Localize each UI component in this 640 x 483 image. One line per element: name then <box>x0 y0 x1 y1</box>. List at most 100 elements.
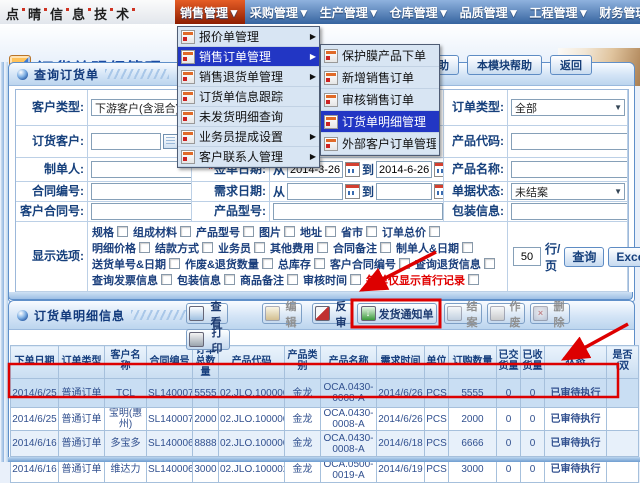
display-option-label: 订单总价 <box>382 227 426 239</box>
order-type-select[interactable]: 全部 ▼ <box>511 99 625 116</box>
order-type-label: 订单类型: <box>444 90 508 126</box>
view-icon <box>189 306 204 321</box>
checkbox[interactable] <box>380 242 391 253</box>
table-row[interactable]: 2014/6/16普通订单多宝多SL1400069888802.JLO.1000… <box>11 431 639 457</box>
page-size-input[interactable] <box>513 247 541 266</box>
table-cell: 金龙 <box>285 379 321 408</box>
checkbox[interactable] <box>117 226 128 237</box>
search-button[interactable]: 查询 <box>564 247 604 267</box>
display-option-label: 其他费用 <box>270 243 314 255</box>
product-name-label: 产品名称: <box>444 158 508 182</box>
sign-date-to-input[interactable] <box>376 161 432 178</box>
menubar-item[interactable]: 销售管理▼ <box>175 0 245 24</box>
checkbox[interactable] <box>284 226 295 237</box>
calendar-icon[interactable] <box>434 184 444 199</box>
demand-date-to-input[interactable] <box>376 183 432 200</box>
table-cell: 多宝多 <box>105 431 147 457</box>
menubar-item[interactable]: 采购管理▼ <box>245 0 315 24</box>
edit-button[interactable]: 编辑 <box>262 303 302 324</box>
customer-contract-no-cell <box>88 202 192 222</box>
display-option: 地址 <box>300 227 336 239</box>
submenu-item[interactable]: 外部客户订单管理 <box>321 133 439 155</box>
calendar-icon[interactable] <box>345 184 360 199</box>
table-cell: 2014/6/26 <box>377 379 425 408</box>
view-button[interactable]: 查看 <box>186 303 228 324</box>
table-row[interactable]: 2014/6/25普通订单宝明(惠州)SL1400073200002.JLO.1… <box>11 408 639 431</box>
table-cell: 2014/6/25 <box>11 408 59 431</box>
checkbox[interactable] <box>161 274 172 285</box>
dropdown-item[interactable]: 业务员提成设置▶ <box>178 127 319 147</box>
table-cell: 2014/6/26 <box>377 408 425 431</box>
menubar-item[interactable]: 生产管理▼ <box>315 0 385 24</box>
dropdown-item[interactable]: 未发货明细查询 <box>178 107 319 127</box>
packing-info-input[interactable] <box>511 203 628 220</box>
logo-char: 点 <box>6 4 28 23</box>
dropdown-item[interactable]: 客户联系人管理▶ <box>178 147 319 167</box>
checkbox[interactable] <box>484 258 495 269</box>
menubar-item[interactable]: 工程管理▼ <box>524 0 594 24</box>
table-cell: 0 <box>497 431 521 457</box>
void-button[interactable]: 作废 <box>487 303 525 324</box>
close-case-button[interactable]: 结案 <box>444 303 482 324</box>
checkbox[interactable] <box>325 226 336 237</box>
delivery-notice-button[interactable]: ↓发货通知单 <box>357 303 437 324</box>
bottom-scroll-strip[interactable] <box>8 457 640 462</box>
menubar-item[interactable]: 仓库管理▼ <box>385 0 455 24</box>
table-cell: 宝明(惠州) <box>105 408 147 431</box>
customer-picker-icon[interactable] <box>163 134 178 149</box>
calendar-icon[interactable] <box>434 162 444 177</box>
product-code-input[interactable] <box>511 133 628 150</box>
column-header: 客户名称 <box>105 346 147 379</box>
checkbox[interactable] <box>139 242 150 253</box>
menubar-item[interactable]: 财务管理▼ <box>594 0 640 24</box>
submenu-item[interactable]: 订货单明细管理 <box>321 111 439 133</box>
checkbox[interactable] <box>429 226 440 237</box>
print-button[interactable]: 打印 <box>186 329 230 350</box>
table-row[interactable]: 2014/6/25普通订单TCLSL1400074555502.JLO.1000… <box>11 379 639 408</box>
demand-date-cell: 从 到 <box>270 182 444 202</box>
unaudit-button[interactable]: 反审 <box>312 303 352 324</box>
order-customer-input[interactable] <box>91 133 161 150</box>
dropdown-item[interactable]: 报价单管理▶ <box>178 27 319 47</box>
module-help-button[interactable]: 本模块帮助 <box>467 55 542 75</box>
contract-no-input[interactable] <box>91 183 192 200</box>
product-model-input[interactable] <box>273 203 443 220</box>
dropdown-item[interactable]: 订货单信息跟踪 <box>178 87 319 107</box>
table-cell: 2014/6/18 <box>377 431 425 457</box>
excel-export-button[interactable]: Excel <box>608 247 640 267</box>
delete-button[interactable]: ×删除 <box>530 303 570 324</box>
checkbox[interactable] <box>224 274 235 285</box>
column-header: 订单类型 <box>59 346 105 379</box>
checkbox[interactable] <box>317 242 328 253</box>
checkbox[interactable] <box>366 226 377 237</box>
checkbox[interactable] <box>243 226 254 237</box>
checkbox[interactable] <box>262 258 273 269</box>
checkbox[interactable] <box>254 242 265 253</box>
menubar-item[interactable]: 品质管理▼ <box>455 0 525 24</box>
submenu-item[interactable]: 新增销售订单 <box>321 67 439 89</box>
checkbox[interactable] <box>169 258 180 269</box>
customer-contract-no-input[interactable] <box>91 203 192 220</box>
table-cell: TCL <box>105 379 147 408</box>
column-header: 已交货量 <box>497 346 521 379</box>
calendar-icon[interactable] <box>345 162 360 177</box>
checkbox[interactable] <box>287 274 298 285</box>
menu-item-icon <box>324 71 338 85</box>
demand-date-from-input[interactable] <box>287 183 343 200</box>
checkbox[interactable] <box>350 274 361 285</box>
table-cell: 2000 <box>193 408 219 431</box>
checkbox[interactable] <box>468 274 479 285</box>
doc-status-select[interactable]: 未结案 ▼ <box>511 183 625 200</box>
checkbox[interactable] <box>462 242 473 253</box>
dropdown-item[interactable]: 销售退货单管理▶ <box>178 67 319 87</box>
checkbox[interactable] <box>314 258 325 269</box>
back-button[interactable]: 返回 <box>550 55 592 75</box>
checkbox[interactable] <box>202 242 213 253</box>
checkbox[interactable] <box>399 258 410 269</box>
checkbox[interactable] <box>180 226 191 237</box>
product-name-input[interactable] <box>511 161 628 178</box>
top-bar: 点晴信息技术 销售管理▼采购管理▼生产管理▼仓库管理▼品质管理▼工程管理▼财务管… <box>0 0 640 24</box>
submenu-item[interactable]: 审核销售订单 <box>321 89 439 111</box>
submenu-item[interactable]: 保护膜产品下单 <box>321 45 439 67</box>
dropdown-item[interactable]: 销售订单管理▶ <box>178 47 319 67</box>
